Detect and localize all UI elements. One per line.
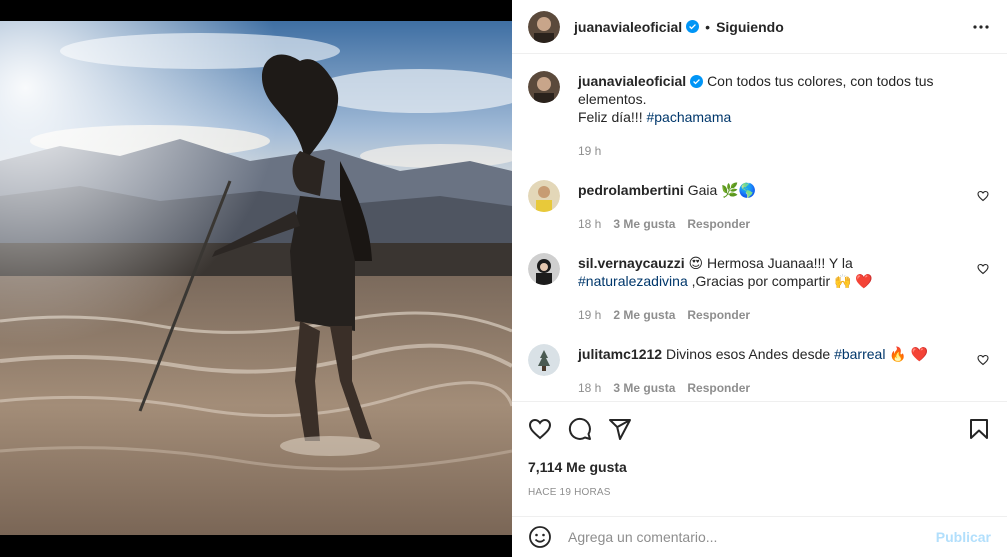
comment-composer: Publicar [512,516,1007,557]
more-icon[interactable] [969,15,993,39]
comment-time[interactable]: 18 h [578,215,601,233]
post-photo[interactable] [0,21,512,535]
hashtag-link[interactable]: #naturalezadivina [578,273,688,289]
comment-likes[interactable]: 2 Me gusta [613,306,675,324]
comment-icon[interactable] [568,417,592,441]
comment-text: Divinos esos Andes desde [665,346,835,362]
likes-count[interactable]: 7,114 Me gusta [528,459,991,475]
comment-likes[interactable]: 3 Me gusta [613,215,675,233]
separator-dot: • [705,18,711,35]
heart-icon[interactable] [977,190,989,202]
comment-item: pedrolambertini Gaia 🌿🌎 18 h 3 Me gusta … [528,180,991,233]
reply-button[interactable]: Responder [687,306,750,324]
reply-button[interactable]: Responder [687,215,750,233]
emoji-icon[interactable] [528,525,552,549]
post-header: juanavialeoficial • Siguiendo [512,0,1007,54]
comment-emoji: 🌿🌎 [721,182,757,198]
heart-icon[interactable] [977,263,989,275]
comment-time[interactable]: 19 h [578,306,601,324]
comment-item: sil.vernaycauzzi 😍 Hermosa Juanaa!!! Y l… [528,253,991,324]
commenter-avatar[interactable] [528,253,560,285]
comment-text-2: ,Gracias por compartir 🙌 ❤️ [687,273,873,289]
comment-text-2: 🔥 ❤️ [885,346,929,362]
post-side-panel: juanavialeoficial • Siguiendo juanaviale… [512,0,1007,557]
post-photo-pane [0,0,512,557]
comment-item: julitamc1212 Divinos esos Andes desde #b… [528,344,991,397]
comment-time[interactable]: 18 h [578,379,601,397]
author-avatar[interactable] [528,10,560,43]
verified-icon [690,75,704,88]
save-icon[interactable] [967,417,991,441]
heart-icon[interactable] [528,417,552,441]
hashtag-link[interactable]: #barreal [834,346,885,362]
caption-time[interactable]: 19 h [578,142,601,160]
comment-input[interactable] [568,529,936,545]
reply-button[interactable]: Responder [687,379,750,397]
comment-username[interactable]: pedrolambertini [578,182,684,198]
following-button[interactable]: Siguiendo [716,19,784,35]
comment-likes[interactable]: 3 Me gusta [613,379,675,397]
publish-button[interactable]: Publicar [936,529,991,545]
commenter-avatar[interactable] [528,344,560,376]
comment-text: Gaia [687,182,722,198]
hashtag-link[interactable]: #pachamama [646,109,731,125]
comment-username[interactable]: sil.vernaycauzzi [578,255,685,271]
caption-text-2: Feliz día!!! [578,109,647,125]
post-timestamp[interactable]: HACE 19 HORAS [528,487,991,498]
caption: juanavialeoficial Con todos tus colores,… [528,71,991,160]
author-username[interactable]: juanavialeoficial [574,19,682,35]
author-avatar[interactable] [528,71,560,103]
comment-username[interactable]: julitamc1212 [578,346,662,362]
commenter-avatar[interactable] [528,180,560,212]
caption-username[interactable]: juanavialeoficial [578,73,686,89]
post-actions: 7,114 Me gusta HACE 19 HORAS [512,401,1007,498]
share-icon[interactable] [608,417,632,441]
comments-list: juanavialeoficial Con todos tus colores,… [512,55,1007,401]
comment-text: 😍 Hermosa Juanaa!!! Y la [688,255,853,271]
verified-icon [686,20,700,33]
heart-icon[interactable] [977,354,989,366]
